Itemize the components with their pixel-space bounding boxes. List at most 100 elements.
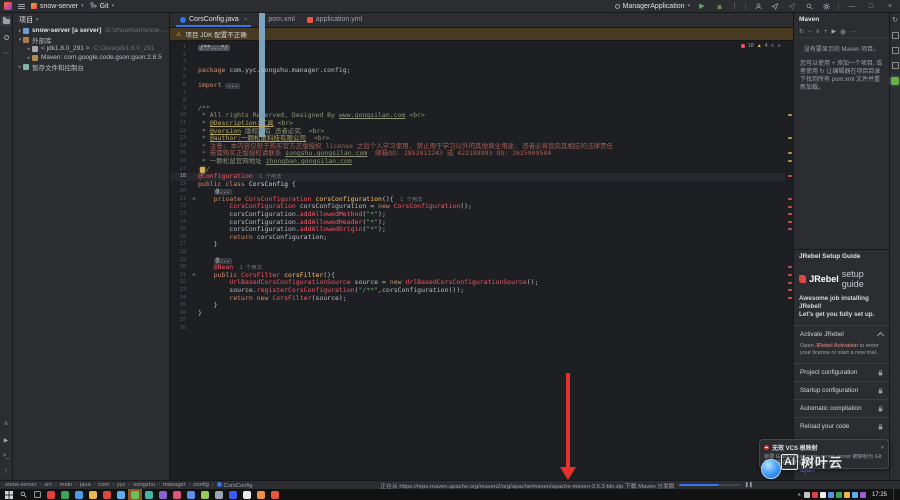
tree-item[interactable]: ▸Maven: com.google.code.gson:gson:2.8.5 [13,53,169,62]
breadcrumb-item[interactable]: CorsConfig [217,482,253,489]
breadcrumb-item[interactable]: snow-server [5,482,37,488]
tray-icon[interactable] [804,492,810,498]
taskbar-app[interactable] [184,489,198,500]
jrebel-section-header[interactable]: Startup configuration [794,382,889,399]
code-line[interactable]: 38 [170,325,785,333]
tray-icon[interactable] [828,492,834,498]
taskbar-app[interactable] [170,489,184,500]
more-tools-icon[interactable]: ⋯ [1,48,11,58]
problems-tool-icon[interactable]: ! [1,467,11,477]
code-line[interactable]: 6import ... [170,82,785,90]
taskbar-app[interactable] [142,489,156,500]
main-menu-icon[interactable] [18,4,25,9]
tree-item[interactable]: ▸暂存文件和控制台 [13,62,169,71]
taskbar-app[interactable] [58,489,72,500]
tray-icon[interactable] [852,492,858,498]
services-tool-icon[interactable]: ▶ [1,435,11,445]
code-line[interactable]: 34 return new CorsFilter(source); [170,295,785,303]
run-configuration[interactable]: ManagerApplication ▾ [615,3,690,10]
add-icon[interactable]: + [824,29,828,35]
code-line[interactable]: 37 [170,317,785,325]
close-tab-icon[interactable]: × [244,17,248,23]
show-desktop-button[interactable] [893,489,896,500]
breadcrumb-item[interactable]: main [60,482,73,488]
tree-item[interactable]: ▸snow-server [a server]G:\zhuomian\snow-… [13,26,169,35]
yellow-stripe-mark[interactable] [788,114,792,116]
breadcrumb-item[interactable]: src [44,482,52,488]
jrebel-activation-link[interactable]: JRebel Activation [815,343,858,349]
more-icon[interactable]: ··· [850,29,856,35]
terminal-tool-icon[interactable]: >_ [1,451,11,461]
task-view-icon[interactable] [30,489,44,500]
editor-tab[interactable]: application.yml [301,12,368,27]
error-stripe[interactable] [786,41,793,480]
inspections-widget[interactable]: 18 ▲ 4 ∧ ∨ [741,43,781,49]
red-stripe-mark[interactable] [788,266,792,268]
red-stripe-mark[interactable] [788,198,792,200]
taskbar-app[interactable] [114,489,128,500]
code-line[interactable]: 27 } [170,241,785,249]
sort-icon[interactable]: ∨ [816,28,820,35]
commit-tool-icon[interactable] [1,32,11,42]
taskbar-app[interactable] [128,489,142,500]
run-icon[interactable]: ▶ [831,28,836,35]
code-line[interactable]: 19public class CorsConfig { [170,181,785,189]
tree-item[interactable]: ▾外部库 [13,35,169,44]
taskbar-app[interactable] [198,489,212,500]
taskbar-app[interactable] [240,489,254,500]
tray-icon[interactable] [860,492,866,498]
code-line[interactable]: 26 return corsConfiguration; [170,234,785,242]
tree-item[interactable]: ▸< jdk1.8.0_291 >C:\Java\jdk1.8.0_291 [13,44,169,53]
next-problem-icon[interactable]: ∨ [777,43,781,49]
user-profile-icon[interactable] [753,1,763,11]
code-editor[interactable]: 18 ▲ 4 ∧ ∨ 1/**...*/234package com.yyc.s… [170,41,793,480]
code-line[interactable]: 16 * 一颗松鼠官网地址 zhongban.gongsilan.com [170,158,785,166]
database-icon[interactable] [892,32,899,39]
tray-icon[interactable] [844,492,850,498]
project-tool-icon[interactable] [1,16,11,26]
red-stripe-mark[interactable] [788,297,792,299]
yellow-stripe-mark[interactable] [788,152,792,154]
breadcrumb-item[interactable]: manager [163,482,186,488]
code-line[interactable]: 8 [170,97,785,105]
maximize-button[interactable]: □ [865,3,877,10]
taskbar-app[interactable] [72,489,86,500]
settings-icon[interactable] [840,29,846,35]
red-stripe-mark[interactable] [788,213,792,215]
breadcrumb-item[interactable]: config [193,482,208,488]
run-button[interactable]: ▶ [697,1,707,11]
taskbar-app[interactable] [212,489,226,500]
taskbar-app[interactable] [268,489,282,500]
search-everywhere-icon[interactable] [804,1,814,11]
taskbar-app[interactable] [86,489,100,500]
code-line[interactable]: 28 [170,249,785,257]
jrebel-section-header[interactable]: Reload your code [794,418,889,435]
settings-gear-icon[interactable] [821,1,831,11]
taskbar-search-icon[interactable] [16,489,30,500]
intention-bulb-icon[interactable] [200,167,205,173]
close-notification-icon[interactable]: × [881,445,884,451]
editor-tab[interactable]: CorsConfig.java× [174,12,253,27]
taskbar-app[interactable] [156,489,170,500]
structure-tool-icon[interactable]: ≡ [1,419,11,429]
red-stripe-mark[interactable] [788,274,792,276]
debug-button[interactable] [714,1,724,11]
editor-tab[interactable]: pom.xml [253,12,300,27]
taskbar-app[interactable] [254,489,268,500]
code-line[interactable]: 4package com.yyc.songshu.manager.config; [170,67,785,75]
breadcrumb-item[interactable]: com [98,482,109,488]
taskbar-app[interactable] [100,489,114,500]
minimize-button[interactable]: — [846,3,858,10]
jrebel-section-header[interactable]: Project configuration [794,364,889,381]
dependencies-icon[interactable] [892,47,899,54]
code-line[interactable]: 7 [170,90,785,98]
help-icon[interactable] [892,62,899,69]
assistant-bubble[interactable] [761,459,781,479]
prev-problem-icon[interactable]: ∧ [771,43,775,49]
start-button[interactable] [2,489,16,500]
red-stripe-mark[interactable] [788,175,792,177]
red-stripe-mark[interactable] [788,282,792,284]
send-secondary-icon[interactable] [787,1,797,11]
tray-icon[interactable] [812,492,818,498]
close-button[interactable]: × [884,3,896,10]
